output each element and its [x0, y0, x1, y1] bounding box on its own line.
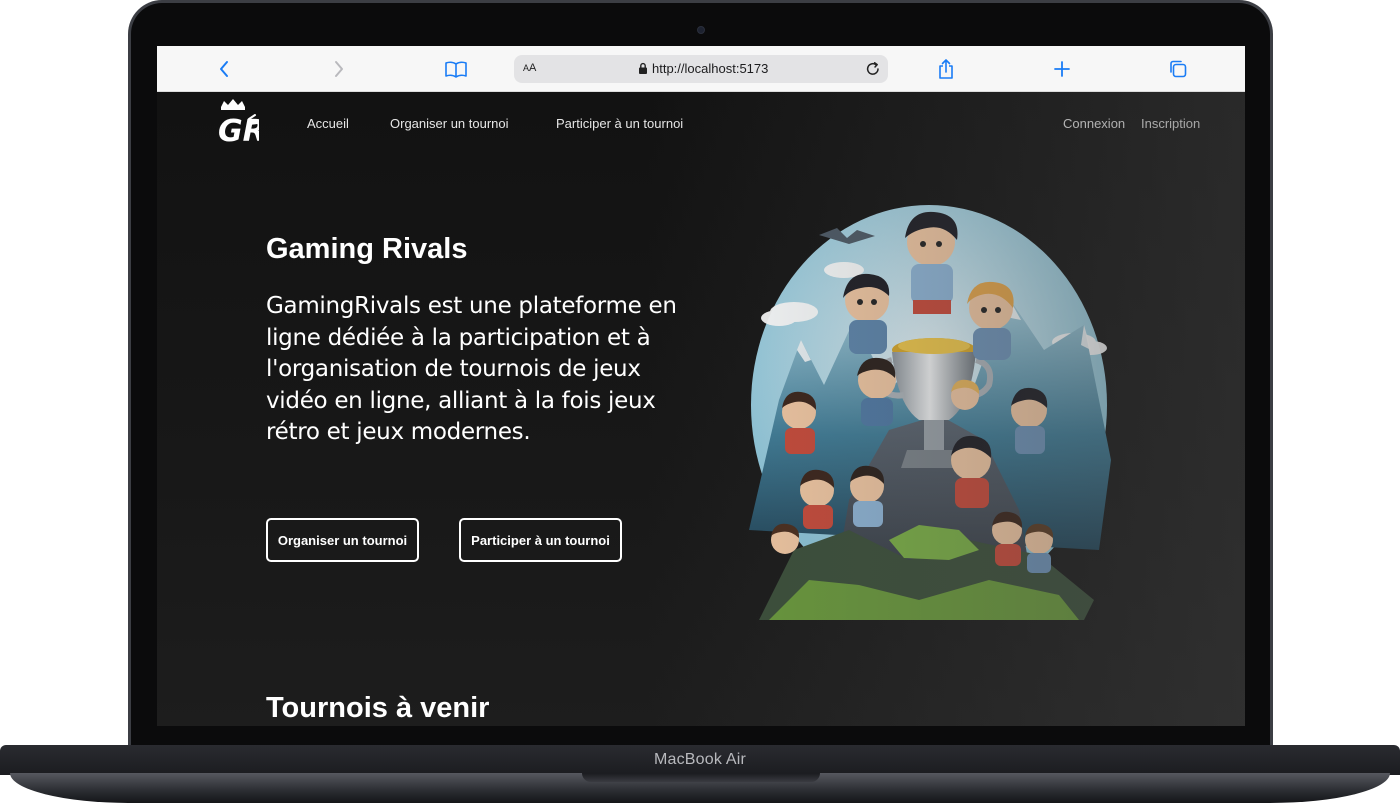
- crown-icon: [221, 99, 245, 110]
- gaming-rivals-logo[interactable]: GR: [207, 97, 259, 149]
- hero-title: Gaming Rivals: [266, 233, 468, 265]
- share-icon: [939, 59, 953, 79]
- tabs-icon: [1170, 60, 1187, 78]
- new-tab-button[interactable]: [1048, 56, 1076, 82]
- share-button[interactable]: [932, 56, 960, 82]
- nav-link-organiser[interactable]: Organiser un tournoi: [390, 116, 509, 131]
- trackpad-notch: [582, 773, 820, 782]
- nav-link-participer[interactable]: Participer à un tournoi: [556, 116, 683, 131]
- web-page: GR Accueil Organiser un tournoi Particip…: [157, 92, 1245, 726]
- forward-icon: [335, 61, 343, 77]
- hero-illustration: [749, 205, 1111, 620]
- nav-link-accueil[interactable]: Accueil: [307, 116, 349, 131]
- browser-toolbar: AA http://localhost:5173: [157, 46, 1245, 92]
- hero-description: GamingRivals est une plateforme en ligne…: [266, 293, 677, 445]
- nav-link-connexion[interactable]: Connexion: [1063, 116, 1125, 131]
- new-tab-icon: [1054, 61, 1070, 77]
- back-button[interactable]: [210, 56, 238, 82]
- url-text: http://localhost:5173: [652, 61, 769, 76]
- forward-button[interactable]: [325, 56, 353, 82]
- lock-icon: [639, 62, 647, 74]
- bookmarks-button[interactable]: [442, 56, 470, 82]
- nav-link-inscription[interactable]: Inscription: [1141, 116, 1200, 131]
- laptop-base: MacBook Air: [0, 745, 1400, 804]
- reload-icon[interactable]: [864, 60, 882, 78]
- device-label: MacBook Air: [653, 751, 746, 768]
- back-icon: [220, 61, 228, 77]
- upcoming-tournaments-title: Tournois à venir: [266, 692, 490, 724]
- tabs-overview-button[interactable]: [1164, 56, 1192, 82]
- reader-view-button[interactable]: AA: [523, 62, 536, 74]
- join-tournament-button[interactable]: Participer à un tournoi: [459, 518, 622, 562]
- camera-icon: [697, 26, 705, 34]
- screen: AA http://localhost:5173 GR Accueil Org: [157, 46, 1245, 726]
- bookmarks-icon: [445, 61, 467, 78]
- organize-tournament-button[interactable]: Organiser un tournoi: [266, 518, 419, 562]
- address-bar[interactable]: AA http://localhost:5173: [514, 55, 888, 83]
